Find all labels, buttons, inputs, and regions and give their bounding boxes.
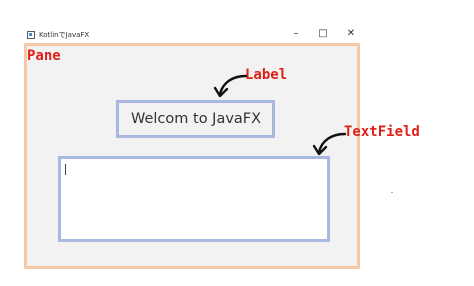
window-title: KotlinでJavaFX [39, 31, 90, 39]
label-annotation: Label [245, 67, 288, 83]
maximize-icon[interactable]: □ [315, 27, 331, 41]
pane-annotation: Pane [27, 48, 61, 64]
app-icon [27, 31, 35, 39]
textfield-annotation: TextField [344, 124, 420, 140]
label-text: Welcom to JavaFX [131, 111, 262, 127]
arrow-icon [213, 74, 248, 98]
stray-dot [391, 192, 393, 193]
title-bar[interactable]: KotlinでJavaFX – □ ✕ [19, 25, 365, 45]
close-icon[interactable]: ✕ [343, 27, 359, 41]
javafx-label: Welcom to JavaFX [116, 100, 275, 138]
javafx-textfield[interactable] [58, 156, 330, 242]
arrow-icon [312, 132, 347, 156]
text-caret [65, 164, 66, 175]
minimize-icon[interactable]: – [288, 27, 304, 41]
